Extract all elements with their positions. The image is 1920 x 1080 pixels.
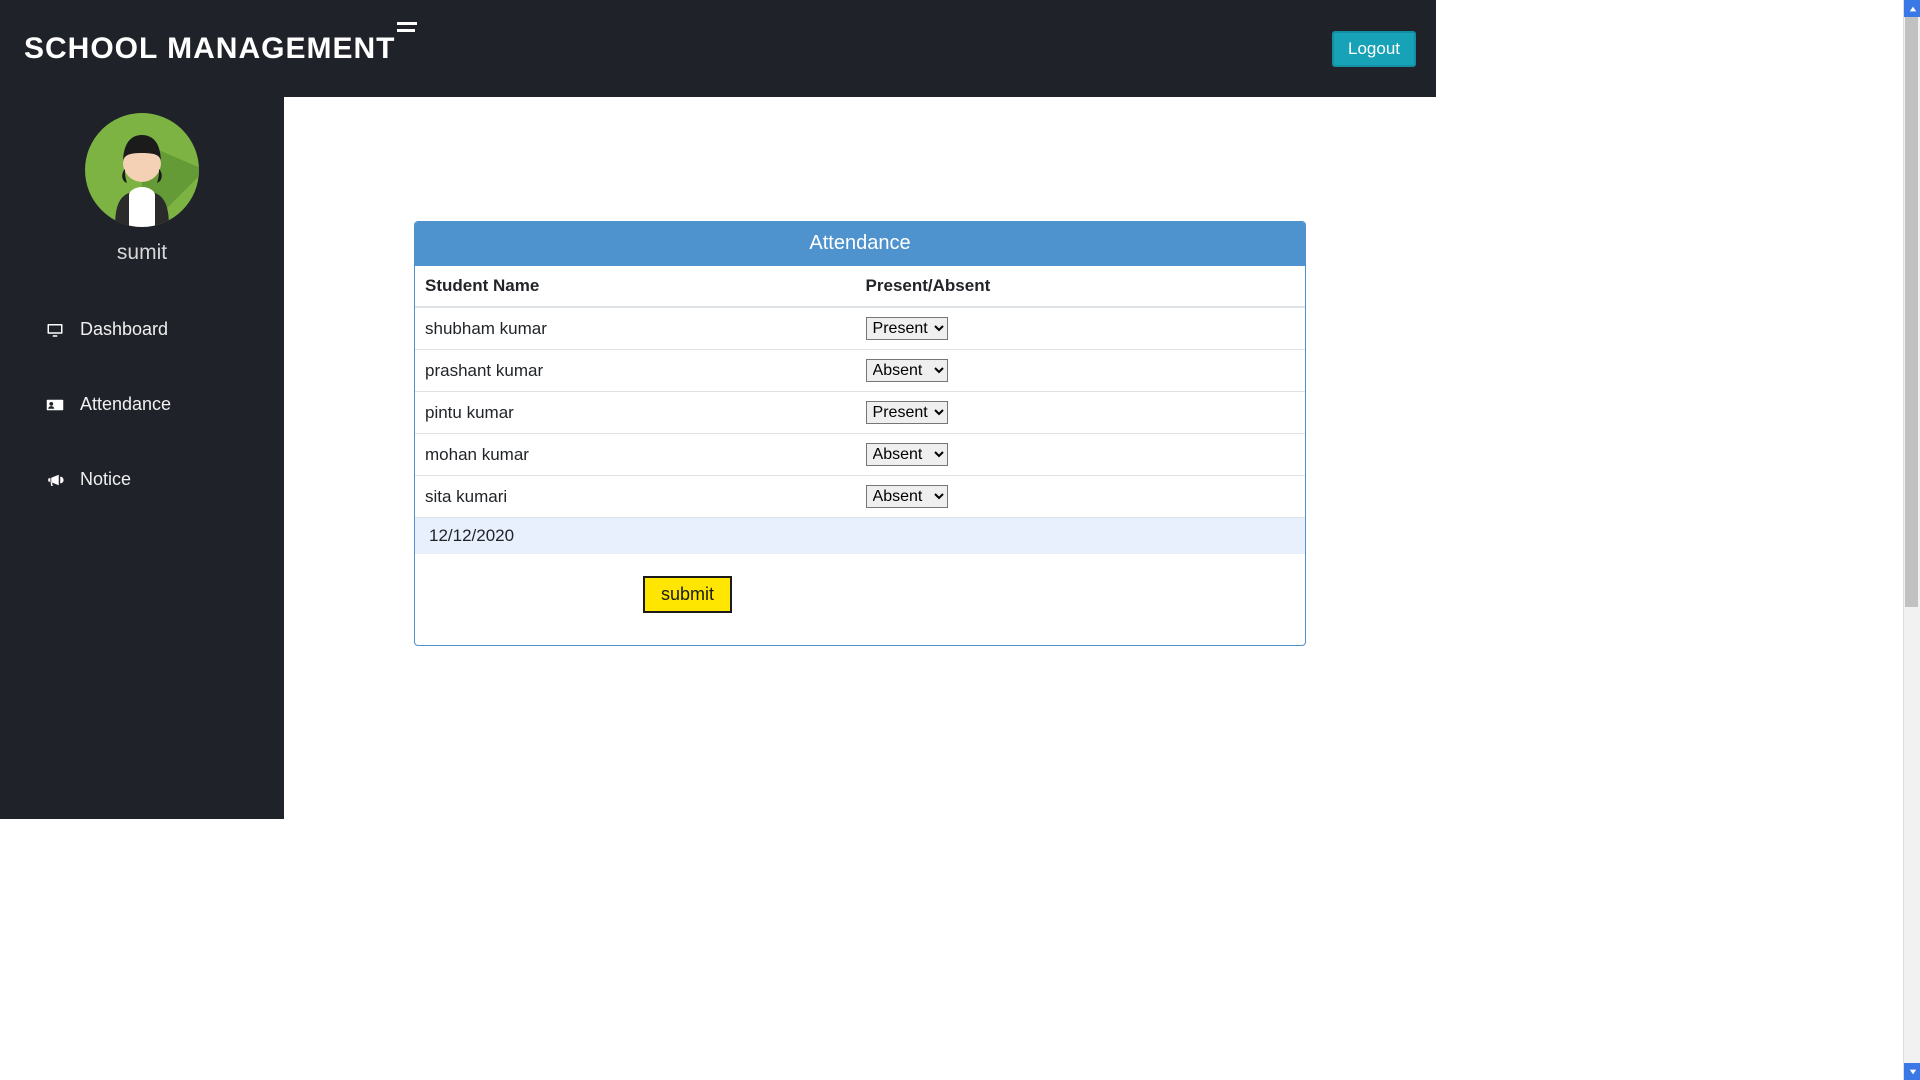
bullhorn-icon	[44, 471, 66, 489]
attendance-panel: Attendance Student Name Present/Absent s…	[414, 221, 1306, 646]
student-name-cell: sita kumari	[415, 476, 856, 518]
status-select[interactable]: PresentAbsent	[866, 359, 948, 382]
sidebar-item-label: Attendance	[80, 394, 171, 415]
scrollbar[interactable]	[1903, 0, 1920, 1080]
menu-toggle-icon[interactable]	[397, 22, 417, 32]
student-name-cell: shubham kumar	[415, 307, 856, 350]
attendance-table: Student Name Present/Absent shubham kuma…	[415, 266, 1305, 517]
table-row: mohan kumar PresentAbsent	[415, 434, 1305, 476]
panel-title: Attendance	[415, 222, 1305, 266]
monitor-icon	[44, 321, 66, 339]
app-header: SCHOOL MANAGEMENT Logout	[0, 0, 1436, 97]
status-cell: PresentAbsent	[856, 350, 1305, 392]
date-input[interactable]	[429, 526, 650, 546]
status-select[interactable]: PresentAbsent	[866, 485, 948, 508]
brand-title: SCHOOL MANAGEMENT	[24, 32, 395, 66]
student-name-cell: pintu kumar	[415, 392, 856, 434]
col-student-name: Student Name	[415, 266, 856, 307]
scroll-thumb[interactable]	[1905, 17, 1918, 607]
student-name-cell: mohan kumar	[415, 434, 856, 476]
submit-button[interactable]: submit	[643, 576, 732, 613]
status-cell: PresentAbsent	[856, 434, 1305, 476]
sidebar-item-label: Dashboard	[80, 319, 168, 340]
id-card-icon	[44, 396, 66, 414]
student-name-cell: prashant kumar	[415, 350, 856, 392]
col-status: Present/Absent	[856, 266, 1305, 307]
table-row: shubham kumar PresentAbsent	[415, 307, 1305, 350]
table-row: prashant kumar PresentAbsent	[415, 350, 1305, 392]
date-row	[415, 517, 1305, 554]
sidebar-item-attendance[interactable]: Attendance	[0, 380, 284, 429]
sidebar: sumit Dashboard Attendance	[0, 97, 284, 819]
sidebar-nav: Dashboard Attendance Notice	[0, 295, 284, 504]
sidebar-item-dashboard[interactable]: Dashboard	[0, 305, 284, 354]
sidebar-item-notice[interactable]: Notice	[0, 455, 284, 504]
logout-button[interactable]: Logout	[1332, 31, 1416, 67]
scroll-down-icon[interactable]	[1904, 1063, 1920, 1080]
username-label: sumit	[117, 241, 167, 265]
status-select[interactable]: PresentAbsent	[866, 401, 948, 424]
scroll-up-icon[interactable]	[1904, 0, 1920, 17]
main-content: Attendance Student Name Present/Absent s…	[284, 97, 1436, 819]
status-cell: PresentAbsent	[856, 307, 1305, 350]
status-cell: PresentAbsent	[856, 476, 1305, 518]
table-row: pintu kumar PresentAbsent	[415, 392, 1305, 434]
sidebar-item-label: Notice	[80, 469, 131, 490]
avatar	[85, 113, 199, 227]
status-select[interactable]: PresentAbsent	[866, 317, 948, 340]
status-select[interactable]: PresentAbsent	[866, 443, 948, 466]
table-row: sita kumari PresentAbsent	[415, 476, 1305, 518]
status-cell: PresentAbsent	[856, 392, 1305, 434]
